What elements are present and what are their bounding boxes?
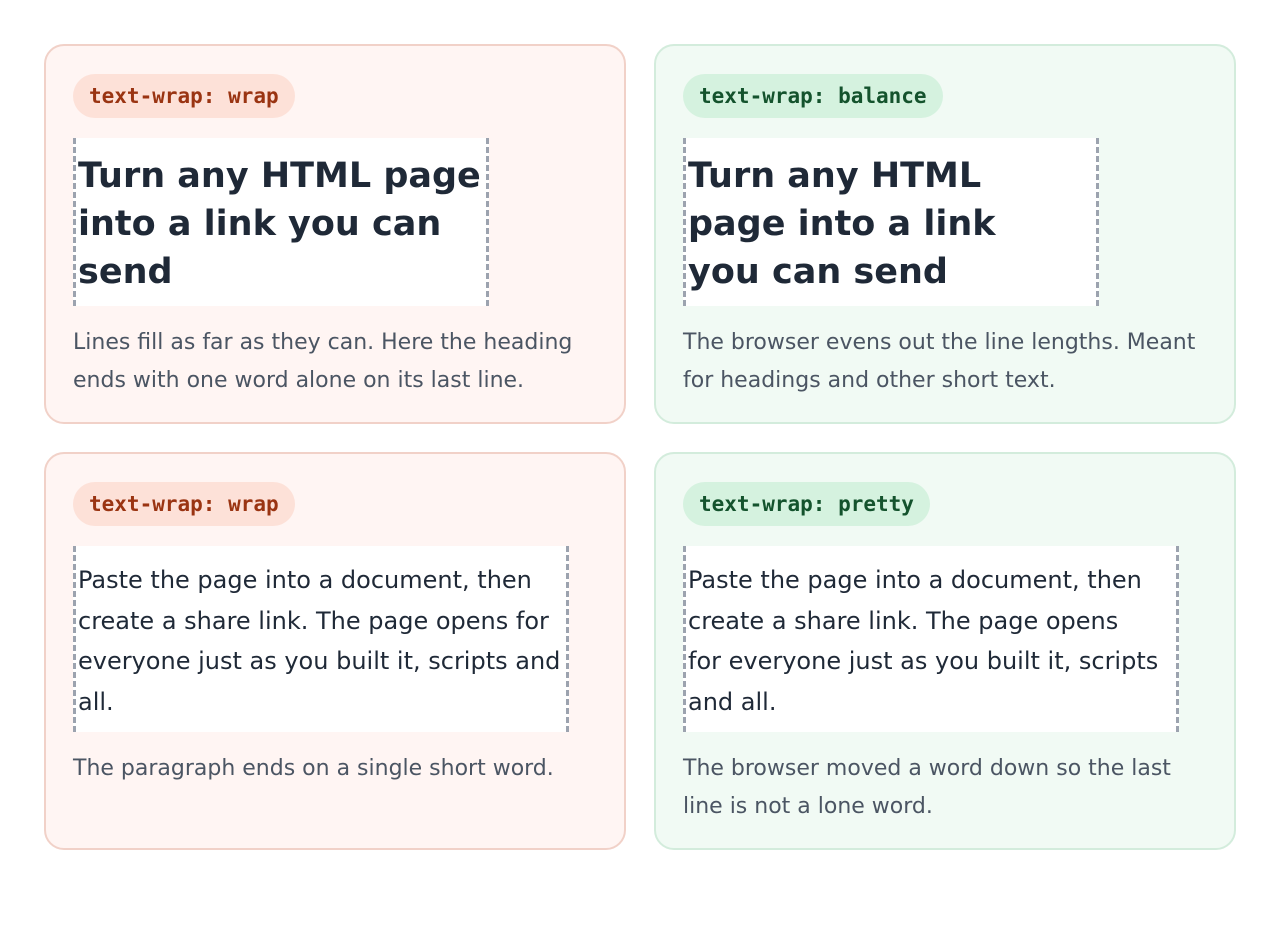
description-line: The paragraph ends on a single short wor… bbox=[73, 756, 554, 781]
demo-line: Turn any HTML bbox=[688, 156, 982, 196]
demo-line: all. bbox=[78, 687, 114, 716]
demo-line: for everyone just as you built it, scrip… bbox=[688, 647, 1159, 675]
heading-demo-box: Turn any HTML page into a link you can s… bbox=[73, 138, 489, 306]
card-balance-heading: text-wrap: balance Turn any HTML page in… bbox=[654, 44, 1236, 424]
card-description: The browser evens out the line lengths. … bbox=[683, 324, 1215, 400]
demo-line: page into a link bbox=[688, 204, 996, 244]
card-description: The browser moved a word down so the las… bbox=[683, 750, 1215, 826]
description-line: ends with one word alone on its last lin… bbox=[73, 368, 525, 393]
mode-badge: text-wrap: balance bbox=[683, 74, 943, 118]
comparison-grid: text-wrap: wrap Turn any HTML page into … bbox=[44, 44, 1236, 850]
demo-line: create a share link. The page opens for bbox=[78, 606, 549, 635]
demo-line: you can send bbox=[688, 252, 948, 292]
description-line: for headings and other short text. bbox=[683, 368, 1056, 393]
demo-line: create a share link. The page opens bbox=[688, 606, 1119, 635]
card-description: The paragraph ends on a single short wor… bbox=[73, 750, 605, 788]
description-line: Lines fill as far as they can. Here the … bbox=[73, 330, 573, 355]
description-line: The browser moved a word down so the las… bbox=[683, 756, 1171, 781]
demo-line: Turn any HTML page bbox=[78, 156, 481, 196]
paragraph-demo-box: Paste the page into a document, then cre… bbox=[683, 546, 1179, 732]
description-line: The browser evens out the line lengths. … bbox=[683, 330, 1196, 355]
demo-line: everyone just as you built it, scripts a… bbox=[78, 647, 561, 675]
heading-demo-box: Turn any HTML page into a link you can s… bbox=[683, 138, 1099, 306]
description-line: line is not a lone word. bbox=[683, 794, 933, 819]
card-description: Lines fill as far as they can. Here the … bbox=[73, 324, 605, 400]
demo-line: Paste the page into a document, then bbox=[78, 566, 532, 594]
mode-badge: text-wrap: pretty bbox=[683, 482, 930, 526]
mode-badge: text-wrap: wrap bbox=[73, 74, 295, 118]
demo-line: Paste the page into a document, then bbox=[688, 566, 1142, 594]
paragraph-demo-box: Paste the page into a document, then cre… bbox=[73, 546, 569, 732]
card-wrap-paragraph: text-wrap: wrap Paste the page into a do… bbox=[44, 452, 626, 850]
mode-badge: text-wrap: wrap bbox=[73, 482, 295, 526]
demo-line: send bbox=[78, 252, 173, 292]
card-wrap-heading: text-wrap: wrap Turn any HTML page into … bbox=[44, 44, 626, 424]
demo-line: into a link you can bbox=[78, 204, 442, 244]
demo-line: and all. bbox=[688, 687, 777, 716]
card-pretty-paragraph: text-wrap: pretty Paste the page into a … bbox=[654, 452, 1236, 850]
